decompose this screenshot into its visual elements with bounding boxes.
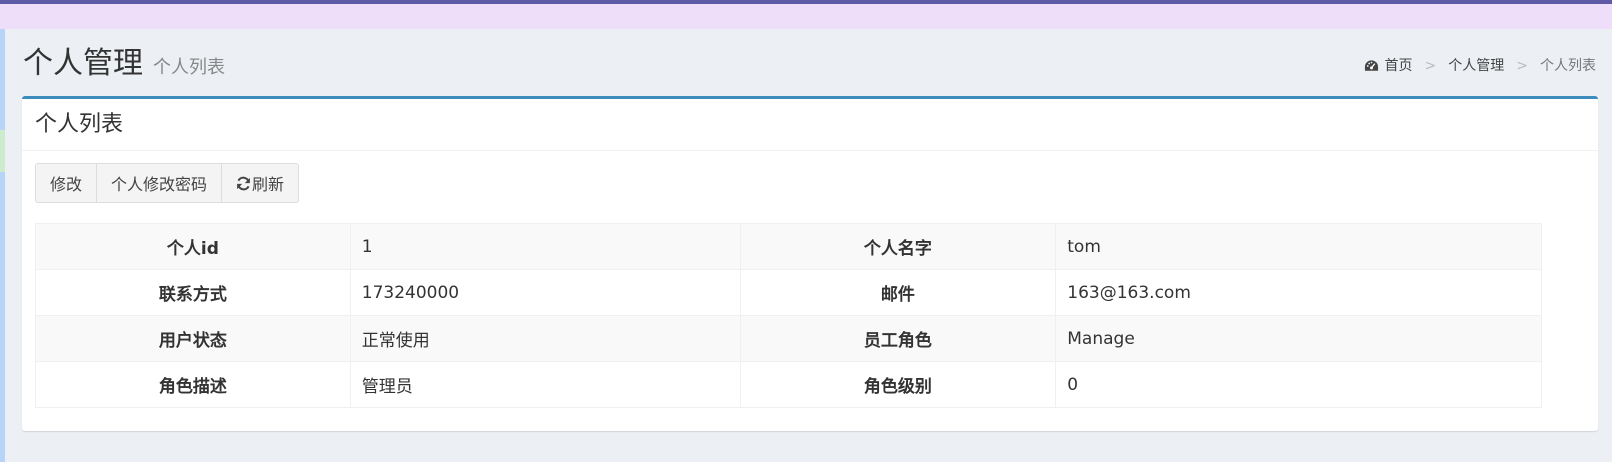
field-value: Manage	[1055, 315, 1542, 362]
page-header: 个人管理 个人列表	[23, 44, 225, 88]
field-label: 角色级别	[739, 361, 1057, 408]
top-bar	[0, 0, 1612, 29]
breadcrumb-personal-list: 个人列表	[1540, 58, 1596, 74]
table-row: 用户状态 正常使用 员工角色 Manage	[35, 315, 1542, 362]
field-label: 个人名字	[739, 223, 1057, 270]
field-label: 邮件	[739, 269, 1057, 316]
box-title: 个人列表	[35, 112, 124, 137]
breadcrumb-separator: >	[1424, 58, 1437, 74]
refresh-button[interactable]: 刷新	[221, 163, 300, 203]
field-value: 管理员	[349, 361, 741, 408]
table-row: 个人id 1 个人名字 tom	[35, 223, 1542, 270]
breadcrumb-personal-management[interactable]: 个人管理	[1448, 56, 1504, 76]
box-header: 个人列表	[22, 99, 1598, 151]
detail-table: 个人id 1 个人名字 tom 联系方式 173240000 邮件 163@16…	[35, 223, 1542, 408]
dashboard-icon	[1364, 60, 1378, 71]
left-edge-strip	[0, 0, 5, 462]
change-password-button[interactable]: 个人修改密码	[96, 163, 223, 203]
edit-button[interactable]: 修改	[35, 163, 98, 203]
field-label: 员工角色	[739, 315, 1057, 362]
field-value: 173240000	[349, 269, 741, 316]
field-value: 1	[349, 223, 741, 270]
table-row: 联系方式 173240000 邮件 163@163.com	[35, 269, 1542, 316]
field-label: 联系方式	[35, 269, 351, 316]
refresh-label: 刷新	[252, 175, 285, 194]
refresh-icon	[237, 176, 250, 190]
field-value: tom	[1055, 223, 1542, 270]
left-edge-marker	[0, 130, 5, 172]
field-value: 163@163.com	[1055, 269, 1542, 316]
field-value: 正常使用	[349, 315, 741, 362]
breadcrumb: 首页 > 个人管理 > 个人列表	[1364, 56, 1596, 76]
field-label: 用户状态	[35, 315, 351, 362]
top-bar-line	[0, 0, 1612, 4]
field-label: 个人id	[35, 223, 351, 270]
toolbar: 修改 个人修改密码 刷新	[35, 163, 300, 203]
table-row: 角色描述 管理员 角色级别 0	[35, 361, 1542, 408]
breadcrumb-separator: >	[1516, 58, 1528, 74]
page-subtitle: 个人列表	[153, 57, 225, 78]
field-label: 角色描述	[35, 361, 351, 408]
field-value: 0	[1055, 361, 1542, 408]
page-title: 个人管理	[23, 46, 143, 81]
breadcrumb-home[interactable]: 首页	[1385, 56, 1413, 76]
content-box: 个人列表 修改 个人修改密码 刷新 个人id 1 个人名字 tom 联系方式 1…	[22, 96, 1598, 431]
